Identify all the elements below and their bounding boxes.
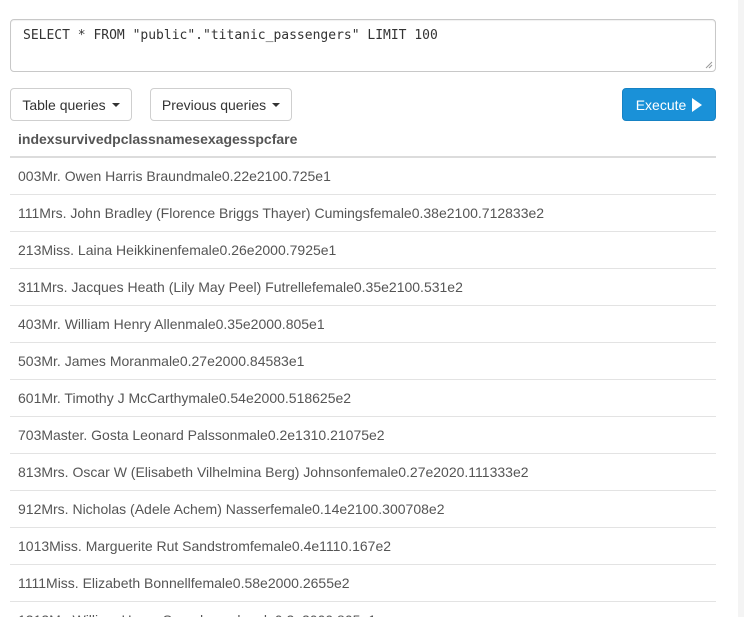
table-row[interactable]: 503Mr. James Moranmale0.27e2000.84583e1 (10, 343, 716, 380)
table-row[interactable]: 813Mrs. Oscar W (Elisabeth Vilhelmina Be… (10, 454, 716, 491)
table-row[interactable]: 213Miss. Laina Heikkinenfemale0.26e2000.… (10, 232, 716, 269)
caret-down-icon (111, 103, 120, 107)
page-scrollbar[interactable] (738, 0, 744, 617)
table-row[interactable]: 311Mrs. Jacques Heath (Lily May Peel) Fu… (10, 269, 716, 306)
execute-label: Execute (635, 96, 687, 113)
table-header: indexsurvivedpclassnamesexagesspcfare (10, 122, 716, 158)
previous-queries-button[interactable]: Previous queries (150, 88, 292, 121)
table-row[interactable]: 1013Miss. Marguerite Rut Sandstromfemale… (10, 528, 716, 565)
table-row[interactable]: 111Mrs. John Bradley (Florence Briggs Th… (10, 195, 716, 232)
sql-query-editor[interactable]: SELECT * FROM "public"."titanic_passenge… (10, 19, 716, 72)
play-icon (692, 97, 703, 112)
results-table: indexsurvivedpclassnamesexagesspcfare 00… (10, 122, 716, 617)
table-row[interactable]: 003Mr. Owen Harris Braundmale0.22e2100.7… (10, 158, 716, 195)
table-queries-button[interactable]: Table queries (10, 88, 132, 121)
table-row[interactable]: 403Mr. William Henry Allenmale0.35e2000.… (10, 306, 716, 343)
table-row[interactable]: 1213Mr. William Henry Saundercockmale0.2… (10, 602, 716, 617)
table-row[interactable]: 601Mr. Timothy J McCarthymale0.54e2000.5… (10, 380, 716, 417)
table-queries-label: Table queries (22, 96, 106, 113)
resize-grip-icon[interactable] (705, 61, 713, 69)
table-body: 003Mr. Owen Harris Braundmale0.22e2100.7… (10, 158, 716, 617)
table-row[interactable]: 912Mrs. Nicholas (Adele Achem) Nasserfem… (10, 491, 716, 528)
sql-query-text: SELECT * FROM "public"."titanic_passenge… (23, 28, 438, 43)
previous-queries-label: Previous queries (161, 96, 267, 113)
caret-down-icon (272, 103, 281, 107)
execute-button[interactable]: Execute (622, 88, 716, 121)
table-row[interactable]: 703Master. Gosta Leonard Palssonmale0.2e… (10, 417, 716, 454)
query-page: SELECT * FROM "public"."titanic_passenge… (0, 0, 744, 617)
table-row[interactable]: 1111Miss. Elizabeth Bonnellfemale0.58e20… (10, 565, 716, 602)
